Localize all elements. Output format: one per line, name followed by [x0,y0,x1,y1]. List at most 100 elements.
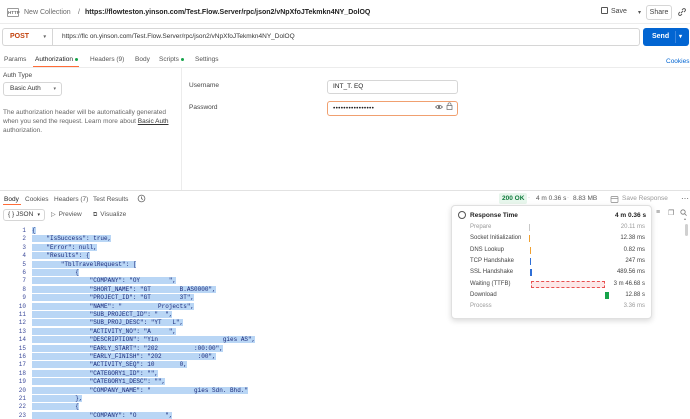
timing-bar [529,235,531,243]
filter-icon[interactable]: ≡ [656,209,660,216]
save-chevron-icon[interactable]: ▾ [638,9,641,16]
code-line: "SHORT_NAME": "GT B.AS0000", [32,285,216,294]
code-line: "EARLY_START": "202 :00:00", [32,344,223,353]
line-number: 18 [18,369,26,377]
code-text: "SHORT_NAME": "GT B.AS0000", [89,285,216,293]
save-button[interactable]: Save [601,5,637,20]
password-input[interactable]: •••••••••••••••• [327,101,458,116]
code-indent [32,411,90,419]
timing-rows: Prepare 20.11 ms Socket Initialization 12.3… [452,222,653,314]
send-button[interactable]: Send ▾ [643,28,689,46]
status-badge[interactable]: 200 OK [499,193,528,204]
code-indent [32,395,76,402]
password-value: •••••••••••••••• [333,105,375,112]
format-select[interactable]: { } JSON ▾ [3,209,45,221]
copy-icon[interactable]: ❐ [668,209,674,217]
code-text: "TblTravelRequest": [ [60,260,137,268]
line-number: 16 [18,353,26,360]
timing-row: Process 3.36 ms [452,301,653,312]
timing-row: Download 12.88 s [452,290,653,301]
timing-value: 12.38 ms [620,235,645,242]
username-input[interactable]: INT_T. EQ [327,80,458,94]
line-number: 20 [18,386,26,394]
timing-label: DNS Lookup [470,246,505,253]
basic-auth-link[interactable]: Basic Auth [138,118,169,125]
timing-bar [531,280,605,288]
code-text: "DESCRIPTION": "Yin gies AS", [89,336,256,344]
code-indent [32,327,90,335]
password-label: Password [189,104,218,111]
save-response-button[interactable]: Save Response [622,195,668,202]
chevron-down-icon: ▾ [53,86,56,92]
timing-row: Socket Initialization 12.38 ms [452,233,653,244]
cookies-link[interactable]: Cookies [666,58,689,65]
breadcrumb-request-name[interactable]: https://flowteston.yinson.com/Test.Flow.… [85,8,370,17]
lock-icon[interactable] [446,102,453,115]
line-number: 1 [22,227,26,234]
scroll-up-icon[interactable]: ▴ [684,216,688,221]
code-line: "Results": { [32,252,90,260]
tab-params[interactable]: Params [4,55,26,64]
code-line: "TblTravelRequest": [ [32,260,137,269]
scrollbar[interactable]: ▴ [684,214,688,419]
code-line: { [32,403,79,411]
line-number: 3 [22,243,26,251]
timing-value: 20.11 ms [620,224,645,230]
tab-authorization-label: Authorization [35,56,73,63]
line-number: 17 [18,361,26,369]
timing-bar [529,257,531,265]
response-body-code[interactable]: 1{2 "IsSuccess": true, 3 "Error": null, 4 … [0,224,450,419]
tab-authorization[interactable]: Authorization [35,55,78,64]
code-text: "NAME": " Projects", [89,302,195,310]
preview-button[interactable]: ▷ Preview [51,210,82,220]
tab-test-results[interactable]: Test Results [93,195,128,204]
dot-separator: · [567,195,569,201]
timing-value: 247 ms [625,257,645,264]
eye-icon[interactable] [435,102,443,115]
scripts-dot-icon [180,57,184,61]
url-input[interactable]: https://flc on.yinson.com/Test.Flow.Serv… [52,28,640,46]
timing-value: 12.88 s [625,291,645,298]
response-time-popover: Response Time 4 m 0.36 s Prepare 20.11 ms… [451,205,652,319]
tab-response-cookies[interactable]: Cookies [25,195,48,204]
auth-type-select[interactable]: Basic Auth ▾ [3,82,62,96]
method-select[interactable]: POST ▾ [2,28,52,46]
more-icon[interactable]: ⋯ [681,194,689,203]
visualize-label: Visualize [100,211,127,218]
visualize-button[interactable]: ⧉ Visualize [93,210,126,220]
send-chevron-icon[interactable]: ▾ [679,28,682,46]
globe-icon[interactable] [610,195,619,204]
timing-value: 489.56 ms [616,269,645,276]
code-indent [32,386,90,394]
tab-response-body[interactable]: Body [4,195,19,204]
code-line: "SUB_PROJ_DESC": "YT L", [32,319,184,327]
code-text: "ACTIVITY_SEQ": 10 0, [89,361,187,369]
save-label: Save [611,8,627,15]
code-text: "COMPANY": "O ", [89,411,173,419]
breadcrumb-collection[interactable]: New Collection [24,8,71,17]
response-time[interactable]: 4 m 0.36 s [536,195,566,202]
scrollbar-thumb[interactable] [684,224,688,236]
code-indent [32,311,90,318]
code-indent [32,361,90,369]
tab-response-headers[interactable]: Headers (7) [54,195,88,204]
tab-headers[interactable]: Headers (9) [90,55,124,64]
http-request-icon: HTTP [7,8,20,17]
link-icon[interactable] [677,7,687,17]
tab-scripts[interactable]: Scripts [159,55,184,64]
code-line: "ACTIVITY_SEQ": 10 0, [32,361,187,369]
tab-settings[interactable]: Settings [195,55,219,64]
tab-body[interactable]: Body [135,55,150,64]
code-indent [32,260,61,268]
code-indent [32,235,47,243]
code-indent [32,336,90,344]
code-line: "NAME": " Projects", [32,302,195,311]
share-button[interactable]: Share [646,5,672,20]
code-indent [32,269,76,276]
response-size[interactable]: 8.83 MB [573,195,597,202]
code-text: "SUB_PROJECT_ID": " ", [89,311,173,318]
history-icon[interactable] [137,194,146,203]
code-text: "ACTIVITY_NO": "A ", [89,327,177,335]
chevron-down-icon: ▾ [37,212,40,218]
code-line: "Error": null, [32,243,97,252]
